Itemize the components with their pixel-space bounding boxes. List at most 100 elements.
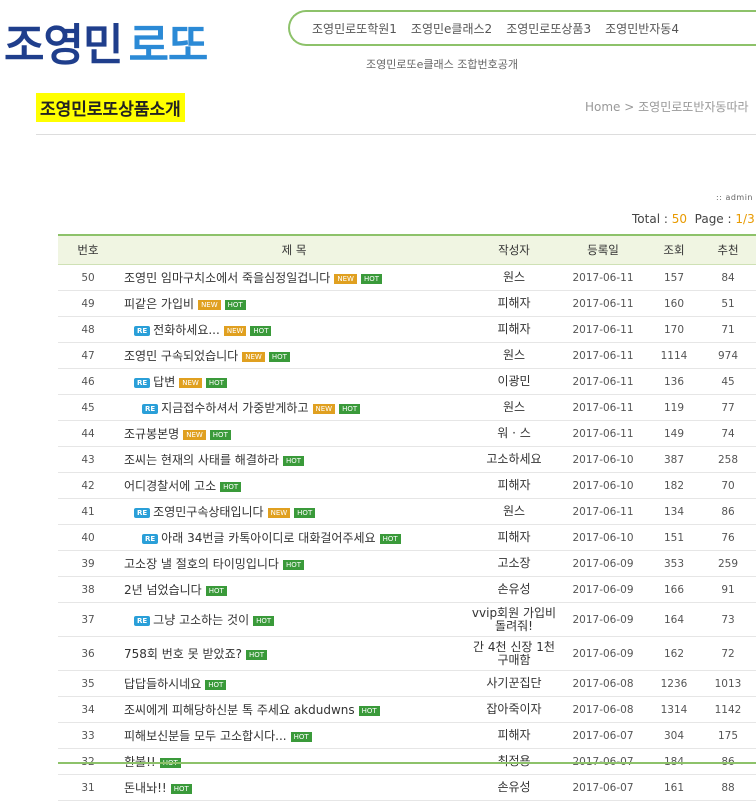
post-subject-link[interactable]: 피같은 가입비 xyxy=(124,297,194,311)
post-views: 164 xyxy=(648,602,700,637)
table-row: 49 피같은 가입비 NEW HOT 피해자 2017-06-11 160 51 xyxy=(58,290,756,317)
hot-badge: HOT xyxy=(339,403,361,414)
breadcrumb[interactable]: Home > 조영민로또반자동따라 xyxy=(585,98,749,115)
new-badge: NEW xyxy=(242,351,265,362)
post-subject-link[interactable]: 답답들하시네요 xyxy=(124,677,201,691)
post-subject-link[interactable]: 조씨에게 피해당하신분 톡 주세요 akdudwns xyxy=(124,703,355,717)
post-number: 41 xyxy=(58,498,118,525)
post-number: 46 xyxy=(58,368,118,395)
post-subject-link[interactable]: 어디경찰서에 고소 xyxy=(124,479,216,493)
page-number: 1/3 xyxy=(735,212,755,226)
gnb-item-1[interactable]: 조영민로또학원1 xyxy=(312,20,397,37)
post-subject-link[interactable]: 피해보신분들 모두 고소합시다... xyxy=(124,729,287,743)
post-subject-link[interactable]: 고소장 낼 절호의 타이밍입니다 xyxy=(124,557,279,571)
sub-nav-link[interactable]: 조영민로또e클래스 조합번호공개 xyxy=(366,56,518,72)
table-row: 35 답답들하시네요 HOT 사기꾼집단 2017-06-08 1236 1013 xyxy=(58,670,756,697)
post-subject: 조씨는 현재의 사태를 해결하라 HOT xyxy=(118,446,470,473)
post-subject: 조영민 임마구치소에서 죽을심정일겁니다 NEW HOT xyxy=(118,264,470,291)
post-number: 50 xyxy=(58,264,118,291)
post-number: 37 xyxy=(58,602,118,637)
reply-icon: RE xyxy=(134,325,151,336)
post-subject: RE 아래 34번글 카톡아이디로 대화걸어주세요 HOT xyxy=(118,524,470,551)
table-row: 40 RE 아래 34번글 카톡아이디로 대화걸어주세요 HOT 피해자 2017-06-… xyxy=(58,524,756,551)
post-writer: 원스 xyxy=(470,264,558,291)
new-badge: NEW xyxy=(267,507,291,518)
table-row: 50 조영민 임마구치소에서 죽을심정일겁니다 NEW HOT 원스 2017-06-11… xyxy=(58,264,756,291)
post-subject: 피같은 가입비 NEW HOT xyxy=(118,290,470,317)
post-recommend: 86 xyxy=(700,498,756,525)
new-badge: NEW xyxy=(223,325,247,336)
post-writer: 손유성 xyxy=(470,576,558,603)
post-writer: 피해자 xyxy=(470,524,558,551)
post-subject-link[interactable]: 돈내놔!! xyxy=(124,781,167,795)
post-subject-link[interactable]: 답변 xyxy=(153,375,175,389)
post-recommend: 88 xyxy=(700,774,756,801)
post-date: 2017-06-11 xyxy=(558,394,648,421)
post-subject: 조규봉본명 NEW HOT xyxy=(118,420,470,447)
post-subject: RE 전화하세요... NEW HOT xyxy=(118,316,470,343)
reply-icon: RE xyxy=(142,403,159,414)
post-writer: 고소하세요 xyxy=(470,446,558,473)
post-recommend: 76 xyxy=(700,524,756,551)
table-row: 43 조씨는 현재의 사태를 해결하라 HOT 고소하세요 2017-06-10 387 2… xyxy=(58,446,756,473)
gnb-item-4[interactable]: 조영민반자동4 xyxy=(605,20,679,37)
post-subject: 2년 넘었습니다 HOT xyxy=(118,576,470,603)
post-views: 151 xyxy=(648,524,700,551)
post-subject-link[interactable]: 지금접수하셔서 가중받게하고 xyxy=(161,401,308,415)
post-number: 43 xyxy=(58,446,118,473)
post-writer: 원스 xyxy=(470,498,558,525)
post-subject-link[interactable]: 2년 넘었습니다 xyxy=(124,583,202,597)
post-subject-link[interactable]: 758회 번호 못 받았죠? xyxy=(124,647,242,661)
col-number-header: 번호 xyxy=(58,234,118,265)
post-recommend: 72 xyxy=(700,636,756,671)
new-badge: NEW xyxy=(183,429,206,440)
post-subject-link[interactable]: 조영민 구속되었습니다 xyxy=(124,349,238,363)
hot-badge: HOT xyxy=(220,481,242,492)
post-number: 35 xyxy=(58,670,118,697)
post-recommend: 1013 xyxy=(700,670,756,697)
post-writer: 워 · 스 xyxy=(470,420,558,447)
post-recommend: 974 xyxy=(700,342,756,369)
table-row: 33 피해보신분들 모두 고소합시다... HOT 피해자 2017-06-07 304 1… xyxy=(58,722,756,749)
gnb-item-3[interactable]: 조영민로또상품3 xyxy=(506,20,591,37)
post-subject-link[interactable]: 그냥 고소하는 것이 xyxy=(153,613,249,627)
page-label: Page : xyxy=(694,212,732,226)
post-views: 136 xyxy=(648,368,700,395)
post-date: 2017-06-10 xyxy=(558,446,648,473)
post-writer: 피해자 xyxy=(470,472,558,499)
site-logo[interactable]: 조영민 로또 xyxy=(4,10,208,68)
post-views: 170 xyxy=(648,316,700,343)
post-subject: 조영민 구속되었습니다 NEW HOT xyxy=(118,342,470,369)
gnb-item-2[interactable]: 조영민e클래스2 xyxy=(411,20,492,37)
post-subject-link[interactable]: 조영민구속상태입니다 xyxy=(153,505,263,519)
post-subject: 어디경찰서에 고소 HOT xyxy=(118,472,470,499)
post-subject-link[interactable]: 조규봉본명 xyxy=(124,427,179,441)
col-writer-header: 작성자 xyxy=(470,234,558,265)
post-views: 157 xyxy=(648,264,700,291)
post-writer: 피해자 xyxy=(470,290,558,317)
post-recommend: 91 xyxy=(700,576,756,603)
post-subject-link[interactable]: 조영민 임마구치소에서 죽을심정일겁니다 xyxy=(124,271,330,285)
post-views: 1236 xyxy=(648,670,700,697)
post-subject: 돈내놔!! HOT xyxy=(118,774,470,801)
post-subject: RE 지금접수하셔서 가중받게하고 NEW HOT xyxy=(118,394,470,421)
post-views: 161 xyxy=(648,774,700,801)
post-writer: 손유성 xyxy=(470,774,558,801)
post-subject-link[interactable]: 아래 34번글 카톡아이디로 대화걸어주세요 xyxy=(161,531,375,545)
post-number: 31 xyxy=(58,774,118,801)
admin-label[interactable]: :: admin xyxy=(716,193,753,202)
post-subject: RE 조영민구속상태입니다 NEW HOT xyxy=(118,498,470,525)
post-subject: RE 그냥 고소하는 것이 HOT xyxy=(118,602,470,637)
new-badge: NEW xyxy=(198,299,221,310)
table-row: 41 RE 조영민구속상태입니다 NEW HOT 원스 2017-06-11 134 86 xyxy=(58,498,756,525)
table-row: 48 RE 전화하세요... NEW HOT 피해자 2017-06-11 170 71 xyxy=(58,316,756,343)
post-subject-link[interactable]: 전화하세요... xyxy=(153,323,220,337)
post-recommend: 84 xyxy=(700,264,756,291)
post-subject-link[interactable]: 조씨는 현재의 사태를 해결하라 xyxy=(124,453,279,467)
post-recommend: 175 xyxy=(700,722,756,749)
post-subject: 758회 번호 못 받았죠? HOT xyxy=(118,636,470,671)
post-writer: 사기꾼집단 xyxy=(470,670,558,697)
post-writer: 원스 xyxy=(470,342,558,369)
post-number: 49 xyxy=(58,290,118,317)
post-recommend: 71 xyxy=(700,316,756,343)
